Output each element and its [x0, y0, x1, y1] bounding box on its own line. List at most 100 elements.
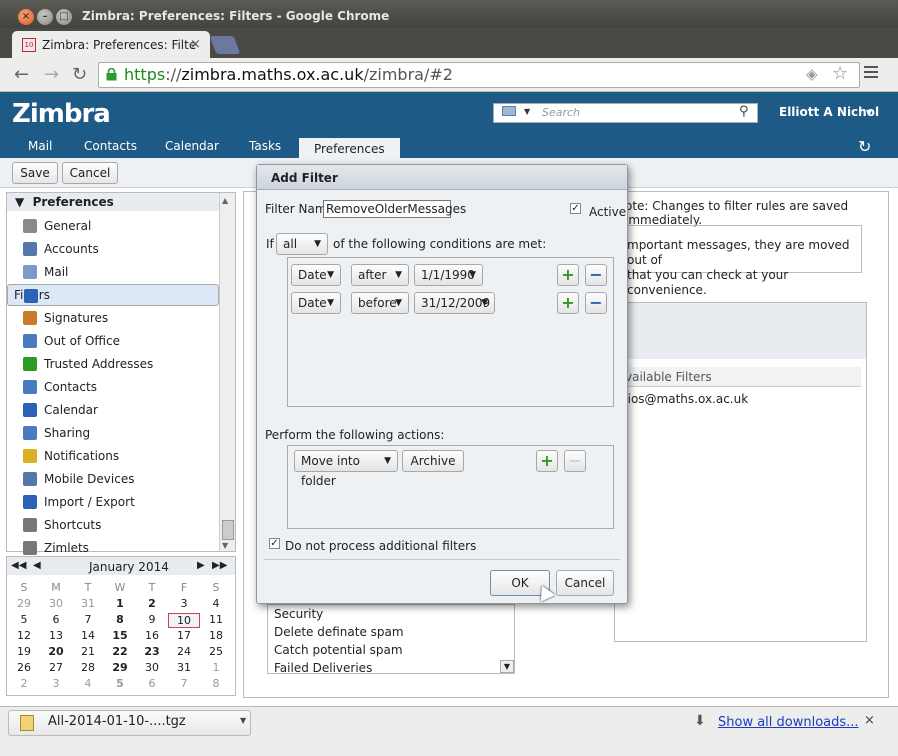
calendar-day[interactable]: 11: [200, 613, 232, 626]
calendar-day[interactable]: 22: [104, 645, 136, 658]
sidebar-item-mail[interactable]: Mail: [7, 261, 219, 283]
sidebar-item-calendar[interactable]: Calendar: [7, 399, 219, 421]
add-condition-button[interactable]: +: [557, 264, 579, 286]
scroll-down-icon[interactable]: ▼: [222, 541, 228, 550]
list-item[interactable]: Security: [274, 607, 323, 621]
forward-arrow-icon[interactable]: →: [44, 64, 59, 85]
calendar-day[interactable]: 30: [40, 597, 72, 610]
tab-preferences[interactable]: Preferences: [299, 138, 400, 158]
calendar-day[interactable]: 29: [104, 661, 136, 674]
remove-condition-button[interactable]: −: [585, 264, 607, 286]
save-button[interactable]: Save: [12, 162, 58, 184]
sidebar-item-contacts[interactable]: Contacts: [7, 376, 219, 398]
tab-close-icon[interactable]: ×: [190, 37, 201, 52]
download-options-icon[interactable]: ▼: [240, 716, 246, 725]
search-type-dropdown-icon[interactable]: ▼: [524, 107, 530, 116]
sidebar-item-general[interactable]: General: [7, 215, 219, 237]
tab-contacts[interactable]: Contacts: [84, 139, 137, 153]
calendar-day[interactable]: 2: [8, 677, 40, 690]
calendar-day[interactable]: 6: [40, 613, 72, 626]
remove-condition-button[interactable]: −: [585, 292, 607, 314]
add-condition-button[interactable]: +: [557, 292, 579, 314]
condition-date-select[interactable]: 31/12/2009 ▼: [414, 292, 495, 314]
calendar-day[interactable]: 31: [168, 661, 200, 674]
calendar-day[interactable]: 12: [8, 629, 40, 642]
calendar-day[interactable]: 1: [200, 661, 232, 674]
extension-diamond-icon[interactable]: ◈: [806, 65, 818, 83]
calendar-day[interactable]: 9: [136, 613, 168, 626]
sidebar-item-out-of-office[interactable]: Out of Office: [7, 330, 219, 352]
calendar-day[interactable]: 7: [72, 613, 104, 626]
list-scroll-down-icon[interactable]: ▼: [500, 660, 514, 673]
calendar-day[interactable]: 25: [200, 645, 232, 658]
tab-calendar[interactable]: Calendar: [165, 139, 219, 153]
sidebar-header[interactable]: ▼ Preferences: [7, 193, 219, 211]
choose-folder-button[interactable]: Archive: [402, 450, 464, 472]
condition-op-select[interactable]: after ▼: [351, 264, 409, 286]
calendar-day[interactable]: 8: [200, 677, 232, 690]
calendar-day[interactable]: 3: [168, 597, 200, 610]
calendar-day[interactable]: 18: [200, 629, 232, 642]
close-downloads-icon[interactable]: ×: [864, 713, 875, 728]
add-action-button[interactable]: +: [536, 450, 558, 472]
calendar-day[interactable]: 6: [136, 677, 168, 690]
back-arrow-icon[interactable]: ←: [14, 64, 29, 85]
dialog-cancel-button[interactable]: Cancel: [556, 570, 614, 596]
calendar-day[interactable]: 10: [168, 613, 200, 628]
condition-date-select[interactable]: 1/1/1990 ▼: [414, 264, 483, 286]
sidebar-item-notifications[interactable]: Notifications: [7, 445, 219, 467]
refresh-icon[interactable]: ↻: [858, 137, 871, 156]
condition-op-select[interactable]: before ▼: [351, 292, 409, 314]
calendar-day[interactable]: 28: [72, 661, 104, 674]
mini-calendar-month[interactable]: January 2014: [89, 560, 169, 574]
action-select[interactable]: Move into folder ▼: [294, 450, 398, 488]
next-month-icon[interactable]: ▶: [197, 560, 205, 571]
sidebar-scroll-thumb[interactable]: [222, 520, 234, 540]
list-item[interactable]: Failed Deliveries: [274, 661, 372, 675]
condition-field-select[interactable]: Date ▼: [291, 264, 341, 286]
stop-processing-checkbox[interactable]: ✓: [269, 538, 280, 549]
calendar-day[interactable]: 29: [8, 597, 40, 610]
calendar-day[interactable]: 20: [40, 645, 72, 658]
calendar-day[interactable]: 7: [168, 677, 200, 690]
calendar-day[interactable]: 23: [136, 645, 168, 658]
calendar-day[interactable]: 3: [40, 677, 72, 690]
calendar-day[interactable]: 17: [168, 629, 200, 642]
sidebar-item-sharing[interactable]: Sharing: [7, 422, 219, 444]
search-type-mail-icon[interactable]: [502, 106, 516, 116]
calendar-day[interactable]: 5: [104, 677, 136, 690]
sidebar-item-accounts[interactable]: Accounts: [7, 238, 219, 260]
active-checkbox[interactable]: ✓: [570, 203, 581, 214]
tab-mail[interactable]: Mail: [28, 139, 52, 153]
window-minimize-button[interactable]: –: [37, 9, 53, 25]
sidebar-item-import-export[interactable]: Import / Export: [7, 491, 219, 513]
available-filter-row[interactable]: gios@maths.ox.ac.uk: [620, 392, 748, 406]
prev-year-icon[interactable]: ◀◀: [11, 560, 26, 571]
list-item[interactable]: Delete definate spam: [274, 625, 404, 639]
bookmark-star-icon[interactable]: ☆: [832, 63, 848, 84]
calendar-day[interactable]: 21: [72, 645, 104, 658]
user-menu[interactable]: Elliott A Nichol: [779, 105, 879, 119]
sidebar-item-shortcuts[interactable]: Shortcuts: [7, 514, 219, 536]
list-item[interactable]: Catch potential spam: [274, 643, 403, 657]
chrome-menu-icon[interactable]: [864, 66, 878, 81]
calendar-day[interactable]: 27: [40, 661, 72, 674]
search-icon[interactable]: ⚲: [739, 104, 749, 119]
calendar-day[interactable]: 26: [8, 661, 40, 674]
calendar-day[interactable]: 30: [136, 661, 168, 674]
sidebar-item-signatures[interactable]: Signatures: [7, 307, 219, 329]
calendar-day[interactable]: 4: [72, 677, 104, 690]
sidebar-item-trusted-addresses[interactable]: Trusted Addresses: [7, 353, 219, 375]
calendar-day[interactable]: 4: [200, 597, 232, 610]
next-year-icon[interactable]: ▶▶: [212, 560, 227, 571]
remove-action-button[interactable]: −: [564, 450, 586, 472]
user-menu-chevron-icon[interactable]: ▼: [866, 108, 872, 117]
calendar-day[interactable]: 19: [8, 645, 40, 658]
condition-field-select[interactable]: Date ▼: [291, 292, 341, 314]
calendar-day[interactable]: 2: [136, 597, 168, 610]
sidebar-scrollbar[interactable]: [219, 193, 235, 551]
calendar-day[interactable]: 15: [104, 629, 136, 642]
calendar-day[interactable]: 14: [72, 629, 104, 642]
search-input[interactable]: [493, 103, 758, 123]
filter-name-input[interactable]: RemoveOlderMessages: [323, 200, 466, 218]
